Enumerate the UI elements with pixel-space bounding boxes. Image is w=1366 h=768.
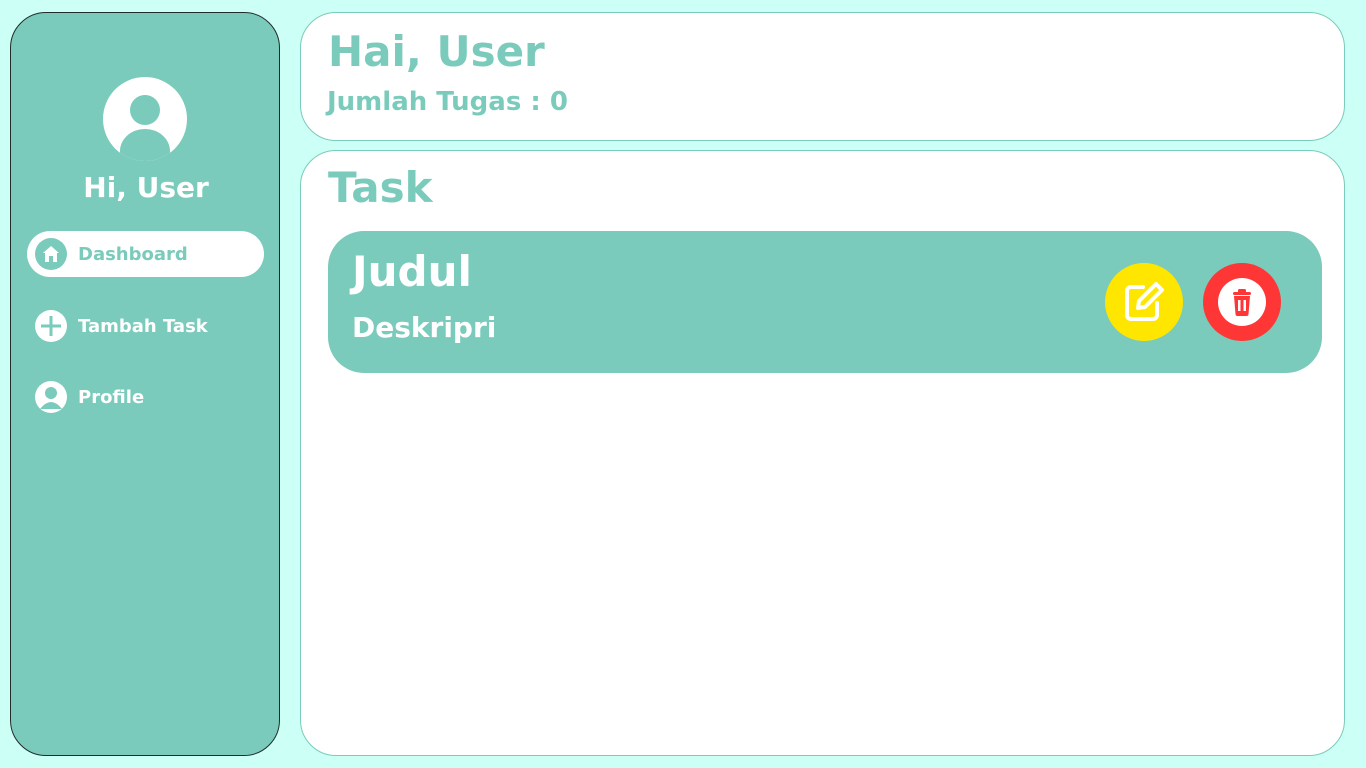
task-count: Jumlah Tugas : 0	[327, 87, 568, 117]
sidebar-item-label: Profile	[78, 386, 145, 408]
user-icon	[35, 381, 67, 413]
sidebar-item-label: Tambah Task	[78, 315, 208, 337]
sidebar-item-profile[interactable]: Profile	[27, 374, 264, 420]
task-description: Deskripri	[352, 311, 497, 344]
edit-icon	[1125, 282, 1164, 321]
sidebar-greeting: Hi, User	[83, 171, 209, 204]
avatar-icon	[103, 77, 187, 161]
sidebar-item-label: Dashboard	[78, 243, 188, 265]
sidebar: Hi, User Dashboard Tambah Task Profile	[10, 12, 280, 756]
sidebar-item-tambah-task[interactable]: Tambah Task	[27, 303, 264, 349]
home-icon	[35, 238, 67, 270]
task-title: Judul	[352, 247, 472, 296]
task-section-title: Task	[328, 163, 433, 212]
task-panel: Task Judul Deskripri	[300, 150, 1345, 756]
header-card: Hai, User Jumlah Tugas : 0	[300, 12, 1345, 141]
plus-icon	[35, 310, 67, 342]
task-card: Judul Deskripri	[328, 231, 1322, 373]
trash-icon	[1218, 278, 1266, 326]
page-title: Hai, User	[328, 27, 545, 76]
delete-button[interactable]	[1203, 263, 1281, 341]
edit-button[interactable]	[1105, 263, 1183, 341]
sidebar-item-dashboard[interactable]: Dashboard	[27, 231, 264, 277]
